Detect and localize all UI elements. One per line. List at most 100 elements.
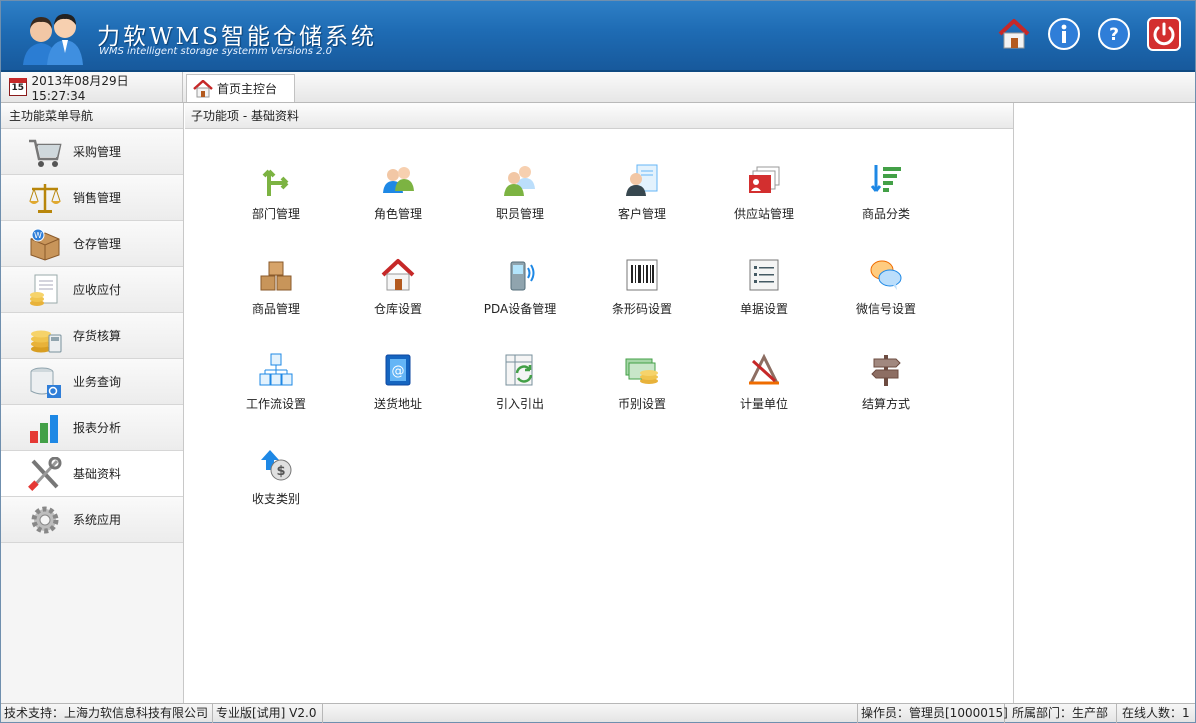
power-icon[interactable]: [1147, 17, 1181, 51]
sidebar-item-basic-data[interactable]: 基础资料: [1, 451, 183, 497]
sort-list-icon: [870, 165, 901, 192]
sidebar-item-label: 报表分析: [73, 421, 122, 435]
tile-label: 结算方式: [861, 397, 910, 411]
tile-label: 工作流设置: [245, 397, 306, 411]
tile-income-expense[interactable]: $ 收支类别: [215, 448, 337, 543]
measure-icon: [749, 353, 779, 385]
svg-text:@: @: [392, 364, 405, 379]
main-panel-title: 子功能项 - 基础资料: [185, 103, 1013, 129]
tile-label: PDA设备管理: [483, 302, 557, 316]
tile-label: 仓库设置: [373, 302, 422, 316]
main-panel: 子功能项 - 基础资料 部门管理 角色管理 职员管理 客户管理 供应站管理 商品…: [185, 103, 1014, 703]
currency-icon: [625, 358, 658, 384]
branch-arrow-icon: [262, 169, 289, 196]
barcode-icon: [626, 259, 658, 291]
sidebar-item-label: 系统应用: [73, 513, 122, 527]
datetime-display: 15 2013年08月29日 15:27:34: [1, 72, 183, 103]
tile-warehouse[interactable]: 仓库设置: [337, 258, 459, 353]
tab-home-label: 首页主控台: [217, 82, 278, 96]
tile-barcode[interactable]: 条形码设置: [581, 258, 703, 353]
tile-label: 引入引出: [495, 397, 544, 411]
svg-text:W: W: [34, 231, 42, 240]
supplier-cards-icon: [749, 166, 780, 193]
tile-department[interactable]: 部门管理: [215, 163, 337, 258]
sidebar-item-label: 存货核算: [73, 329, 122, 343]
sidebar-item-report-analysis[interactable]: 报表分析: [1, 405, 183, 451]
status-online-count: 在线人数：1: [1122, 706, 1190, 720]
sidebar-title: 主功能菜单导航: [1, 103, 183, 129]
users-logo-icon: [23, 14, 83, 65]
warehouse-icon: [381, 259, 415, 291]
calendar-icon: 15: [9, 78, 27, 96]
tile-customer[interactable]: 客户管理: [581, 163, 703, 258]
users-icon: [383, 167, 414, 193]
sidebar-item-system[interactable]: 系统应用: [1, 497, 183, 543]
tile-measure-unit[interactable]: 计量单位: [703, 353, 825, 448]
sidebar-item-inventory[interactable]: W 仓存管理: [1, 221, 183, 267]
chat-bubbles-icon: [870, 260, 902, 290]
right-panel: [1015, 103, 1195, 703]
tile-wechat[interactable]: 微信号设置: [825, 258, 947, 353]
tile-label: 币别设置: [617, 397, 666, 411]
tile-label: 收支类别: [251, 492, 300, 506]
sidebar-item-purchase[interactable]: 采购管理: [1, 129, 183, 175]
boxes-icon: [260, 261, 292, 291]
sidebar: 主功能菜单导航 采购管理 销售管理 W 仓存管理 应收应付 存货核算 业务查询 …: [1, 103, 184, 703]
tile-import-export[interactable]: 引入引出: [459, 353, 581, 448]
tile-pda-device[interactable]: PDA设备管理: [459, 258, 581, 353]
info-icon[interactable]: [1047, 17, 1081, 51]
tile-settlement[interactable]: 结算方式: [825, 353, 947, 448]
sidebar-item-business-query[interactable]: 业务查询: [1, 359, 183, 405]
document-list-icon: [749, 259, 779, 291]
tile-role[interactable]: 角色管理: [337, 163, 459, 258]
status-support: 技术支持：上海力软信息科技有限公司: [1, 704, 213, 723]
sidebar-item-sales[interactable]: 销售管理: [1, 175, 183, 221]
bar-chart-icon: [30, 414, 58, 443]
sidebar-item-receivable-payable[interactable]: 应收应付: [1, 267, 183, 313]
tools-icon: [28, 456, 62, 491]
tile-label: 商品管理: [251, 302, 300, 316]
tile-staff[interactable]: 职员管理: [459, 163, 581, 258]
tile-label: 部门管理: [251, 207, 300, 221]
package-icon: W: [30, 228, 60, 261]
gear-icon: [31, 506, 59, 533]
tile-product[interactable]: 商品管理: [215, 258, 337, 353]
tile-label: 微信号设置: [855, 302, 916, 316]
tile-label: 职员管理: [495, 207, 544, 221]
tile-currency[interactable]: 币别设置: [581, 353, 703, 448]
tab-bar: 15 2013年08月29日 15:27:34 首页主控台: [1, 72, 1195, 103]
sidebar-item-label: 基础资料: [73, 467, 122, 481]
status-version: 专业版[试用] V2.0: [213, 704, 323, 723]
tile-document[interactable]: 单据设置: [703, 258, 825, 353]
pda-device-icon: [510, 261, 535, 291]
status-operator: 操作员：管理员[1000015]: [857, 704, 1008, 723]
tab-home-console[interactable]: 首页主控台: [186, 74, 295, 102]
tile-label: 角色管理: [373, 207, 422, 221]
sidebar-item-label: 仓存管理: [73, 237, 122, 251]
app-subtitle: WMS intelligent storage systemm Versions…: [99, 46, 332, 57]
scales-icon: [29, 183, 61, 213]
sidebar-item-label: 应收应付: [73, 283, 122, 297]
tile-label: 条形码设置: [611, 302, 672, 316]
customer-card-icon: [626, 164, 658, 196]
tile-label: 商品分类: [861, 207, 910, 221]
tile-workflow[interactable]: 工作流设置: [215, 353, 337, 448]
tile-delivery-address[interactable]: @ 送货地址: [337, 353, 459, 448]
address-book-icon: @: [385, 354, 411, 386]
income-expense-icon: $: [261, 450, 292, 481]
tile-label: 客户管理: [617, 207, 666, 221]
function-grid: 部门管理 角色管理 职员管理 客户管理 供应站管理 商品分类 商品管理 仓库设置…: [215, 163, 975, 543]
svg-text:?: ?: [1109, 25, 1119, 45]
sidebar-item-inventory-accounting[interactable]: 存货核算: [1, 313, 183, 359]
home-icon: [193, 79, 213, 97]
sidebar-item-label: 销售管理: [73, 191, 122, 205]
tile-product-category[interactable]: 商品分类: [825, 163, 947, 258]
import-export-icon: [505, 354, 533, 386]
tile-supplier[interactable]: 供应站管理: [703, 163, 825, 258]
svg-text:$: $: [276, 464, 285, 479]
staff-icon: [504, 166, 535, 196]
home-icon[interactable]: [997, 17, 1031, 51]
coins-calculator-icon: [31, 330, 62, 352]
tile-label: 供应站管理: [733, 207, 794, 221]
help-icon[interactable]: ?: [1097, 17, 1131, 51]
